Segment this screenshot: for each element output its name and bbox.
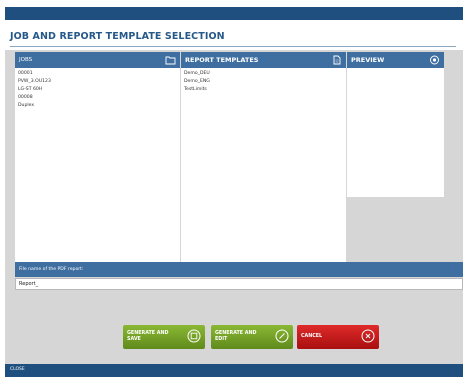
- job-item[interactable]: 00001: [18, 70, 177, 78]
- jobs-list: 00001 PVW_3.OU123 LG-ST 60H 00008 Duplex: [15, 68, 180, 112]
- cancel-label: CANCEL: [301, 334, 323, 339]
- template-selection-window: JOB AND REPORT TEMPLATE SELECTION JOBS 0…: [5, 7, 463, 377]
- window-top-strip: [5, 7, 463, 20]
- edit-icon: [275, 329, 289, 343]
- report-templates-list: Demo_DEU Demo_ENG TestLimits: [181, 68, 346, 96]
- generate-and-save-label: GENERATE AND SAVE: [127, 331, 169, 342]
- generate-and-save-button[interactable]: GENERATE AND SAVE: [123, 325, 205, 349]
- template-item[interactable]: Demo_ENG: [184, 78, 343, 86]
- cancel-button[interactable]: CANCEL: [297, 325, 379, 349]
- status-text[interactable]: CLOSE: [10, 367, 25, 372]
- close-icon: [361, 329, 375, 343]
- preview-panel: PREVIEW: [347, 52, 444, 197]
- report-templates-header-label: REPORT TEMPLATES: [185, 56, 259, 64]
- folder-icon[interactable]: [165, 55, 176, 65]
- title-area: JOB AND REPORT TEMPLATE SELECTION: [5, 20, 463, 50]
- status-bar: CLOSE: [5, 364, 463, 377]
- generate-and-edit-label: GENERATE AND EDIT: [215, 331, 257, 342]
- title-divider: [10, 46, 456, 47]
- jobs-header: JOBS: [15, 52, 180, 68]
- job-item[interactable]: 00008: [18, 94, 177, 102]
- preview-header-label: PREVIEW: [351, 56, 385, 64]
- filename-input[interactable]: [15, 278, 463, 290]
- job-item[interactable]: PVW_3.OU123: [18, 78, 177, 86]
- filename-label: File name of the PDF report:: [15, 262, 463, 277]
- job-item[interactable]: LG-ST 60H: [18, 86, 177, 94]
- template-item[interactable]: Demo_DEU: [184, 70, 343, 78]
- eye-icon[interactable]: [429, 55, 440, 65]
- generate-and-edit-button[interactable]: GENERATE AND EDIT: [211, 325, 293, 349]
- report-templates-panel: REPORT TEMPLATES Demo_DEU Demo_ENG TestL…: [181, 52, 346, 262]
- report-templates-header: REPORT TEMPLATES: [181, 52, 346, 68]
- jobs-header-label: JOBS: [19, 57, 33, 63]
- template-item[interactable]: TestLimits: [184, 86, 343, 94]
- save-icon: [187, 329, 201, 343]
- jobs-panel: JOBS 00001 PVW_3.OU123 LG-ST 60H 00008 D…: [15, 52, 180, 262]
- document-icon[interactable]: [331, 55, 342, 65]
- job-item[interactable]: Duplex: [18, 102, 177, 110]
- preview-header: PREVIEW: [347, 52, 444, 68]
- window-title: JOB AND REPORT TEMPLATE SELECTION: [10, 31, 225, 42]
